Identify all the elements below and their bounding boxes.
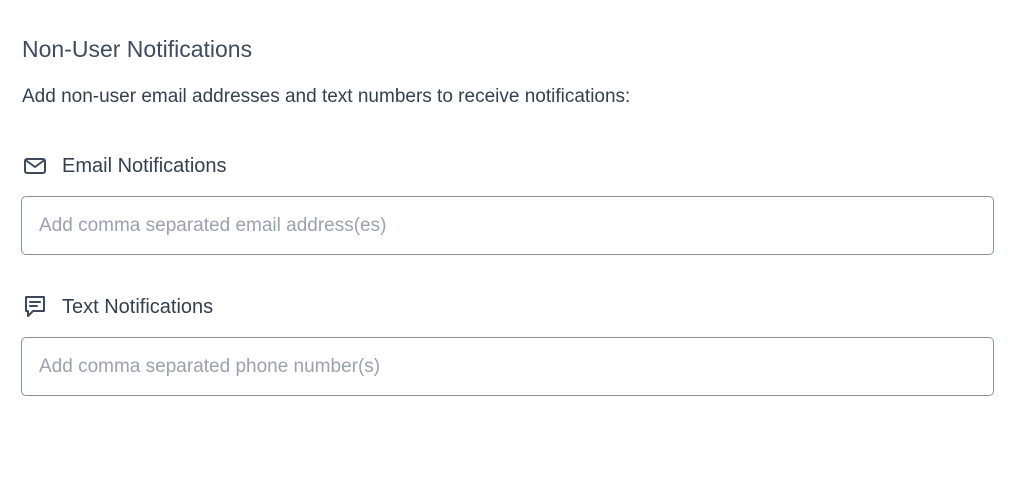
text-notifications-heading: Text Notifications [22, 293, 213, 321]
non-user-notifications-panel: Non-User Notifications Add non-user emai… [0, 0, 1024, 486]
section-title: Non-User Notifications [22, 36, 253, 62]
email-notifications-label: Email Notifications [62, 155, 227, 177]
email-field-container [21, 196, 994, 255]
phone-numbers-input[interactable] [22, 338, 993, 395]
envelope-icon [22, 153, 48, 179]
chat-message-icon [22, 294, 48, 320]
section-description: Add non-user email addresses and text nu… [22, 86, 631, 107]
text-notifications-label: Text Notifications [62, 296, 214, 318]
phone-field-container [21, 337, 994, 396]
email-notifications-heading: Email Notifications [22, 152, 227, 180]
email-addresses-input[interactable] [22, 197, 993, 254]
